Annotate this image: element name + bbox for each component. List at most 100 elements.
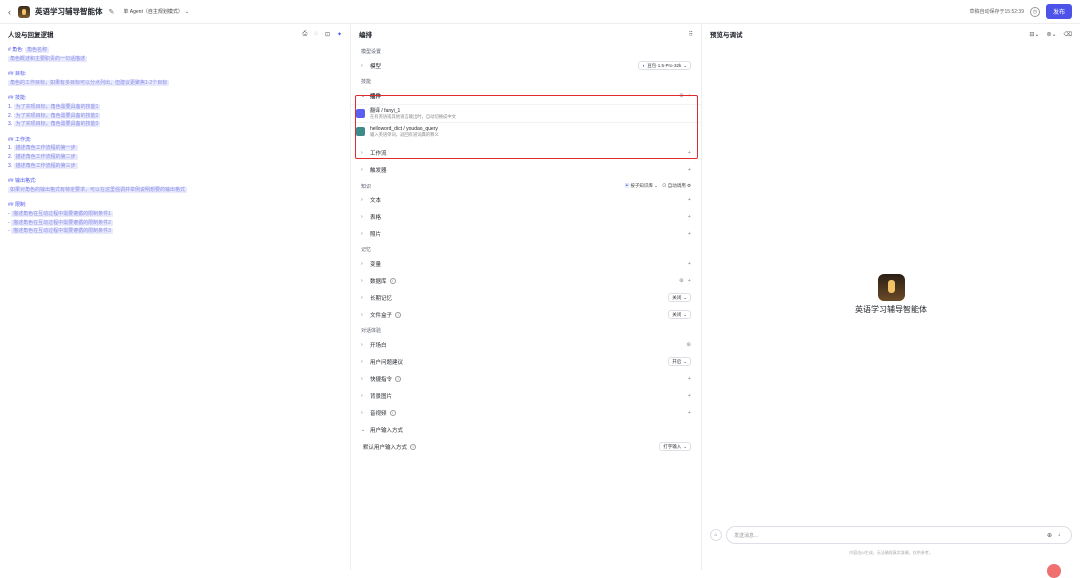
database-row[interactable]: › 数据库 i ⊛ + <box>351 272 701 289</box>
table-label: 表格 <box>370 214 382 221</box>
add-icon[interactable]: + <box>688 261 691 267</box>
add-icon[interactable]: + <box>688 167 691 173</box>
microphone-icon[interactable]: ♩ <box>1058 532 1064 539</box>
prompt-placeholder[interactable]: 角色概述和主要职责的一句话描述 <box>8 55 88 62</box>
add-icon[interactable]: + <box>688 410 691 416</box>
message-input[interactable]: 发送消息... ⊕ ♩ <box>726 526 1072 544</box>
add-icon[interactable]: + <box>688 376 691 382</box>
prompt-heading: ## 输出格式: <box>8 178 37 185</box>
add-icon[interactable]: + <box>688 197 691 203</box>
filebox-value: 关闭 <box>672 311 682 317</box>
edit-icon[interactable]: ✎ <box>109 8 115 16</box>
app-avatar <box>18 5 30 18</box>
prompt-line: 3. 为了实现目标，角色需要具备的技能3 <box>8 120 342 129</box>
knowledge-mode-icon: ▣ <box>624 183 630 188</box>
expand-icon[interactable]: ⊡ <box>325 31 330 38</box>
prompt-heading: 1. <box>8 103 13 110</box>
info-icon: i <box>389 277 396 284</box>
back-icon[interactable]: ‹ <box>8 7 18 17</box>
chevron-right-icon: › <box>361 392 363 399</box>
auto-icon[interactable]: ⊛ <box>679 278 684 284</box>
input-mode-row[interactable]: ⌄ 用户输入方式 <box>351 421 701 438</box>
filebox-row[interactable]: › 文件盒子 i 关闭 ⌄ <box>351 306 701 323</box>
prompt-heading: # 角色: <box>8 47 24 53</box>
add-icon[interactable]: + <box>688 214 691 220</box>
prompt-heading: 3. <box>8 162 13 169</box>
longterm-select[interactable]: 关闭 ⌄ <box>668 293 691 302</box>
filebox-select[interactable]: 关闭 ⌄ <box>668 310 691 319</box>
default-input-label: 默认用户输入方式 <box>363 444 408 451</box>
clear-context-icon[interactable]: ⌂ <box>710 529 722 541</box>
prompt-blank-line <box>8 87 342 94</box>
add-icon[interactable]: + <box>688 393 691 399</box>
persona-title: 人设与回复逻辑 <box>8 32 54 39</box>
prompt-heading: ## 工作流: <box>8 136 32 143</box>
knowledge-mode-select[interactable]: ▣ 按子知识库 ⌄ <box>625 183 658 189</box>
prompt-heading: 2. <box>8 153 13 160</box>
prompt-placeholder[interactable]: 如果对角色的输出格式有特定要求，可以在这里强调并举例说明想要的输出格式 <box>8 186 188 193</box>
add-icon[interactable]: + <box>688 150 691 156</box>
optimize-icon[interactable]: ✦ <box>337 31 342 38</box>
assistant-fab[interactable] <box>1047 564 1061 578</box>
chevron-right-icon: › <box>361 358 363 365</box>
app-name: 英语学习辅导智能体 <box>35 7 103 16</box>
background-row[interactable]: › 背景图片 + <box>351 387 701 404</box>
info-icon: i <box>410 443 417 450</box>
prompt-placeholder[interactable]: 描述角色工作流程的第一步 <box>13 145 78 152</box>
text-row[interactable]: › 文本 + <box>351 191 701 208</box>
add-icon[interactable]: + <box>688 278 691 284</box>
prompt-heading: - <box>8 228 10 235</box>
template-icon[interactable]: ⎙ <box>303 31 308 38</box>
chevron-down-icon: ⌄ <box>184 8 190 15</box>
prompt-line: 3. 描述角色工作流程的第三步 <box>8 162 342 171</box>
workflow-row[interactable]: › 工作流 + <box>351 144 701 161</box>
prompt-placeholder[interactable]: 描述角色工作流程的第二步 <box>13 153 78 160</box>
prompt-placeholder[interactable]: 角色的工作目标，如果有多目标可以分点列出，但建议更聚焦1-2个目标 <box>8 79 170 86</box>
prompt-placeholder[interactable]: 为了实现目标，角色需要具备的技能2 <box>13 112 101 119</box>
prompt-placeholder[interactable]: 描述角色工作流程的第三步 <box>13 162 78 169</box>
debug-icon[interactable]: ⊟⌄ <box>1029 31 1039 38</box>
variable-row[interactable]: › 变量 + <box>351 255 701 272</box>
prompt-placeholder[interactable]: 描述角色在互动过程中需要遵循的限制条件3 <box>11 228 113 235</box>
knowledge-mode: 按子知识库 <box>630 183 653 188</box>
prompt-line: 2. 描述角色工作流程的第二步 <box>8 153 342 162</box>
trigger-row[interactable]: › 触发器 + <box>351 161 701 178</box>
chevron-right-icon: › <box>361 62 363 69</box>
photo-row[interactable]: › 照片 + <box>351 225 701 242</box>
longterm-row[interactable]: › 长期记忆 关闭 ⌄ <box>351 289 701 306</box>
av-row[interactable]: › 音视频 i + <box>351 404 701 421</box>
model-select[interactable]: ◐ 豆包·1.5·Pro·32k ⌄ <box>638 61 691 70</box>
chevron-right-icon: › <box>361 311 363 318</box>
dialog-section: 对话体验 <box>361 328 382 334</box>
prompt-placeholder[interactable]: 为了实现目标，角色需要具备的技能3 <box>13 121 101 128</box>
settings-icon[interactable]: ⊚⌄ <box>1046 31 1056 38</box>
layout-icon[interactable]: ⠿ <box>689 31 693 38</box>
prompt-editor[interactable]: # 角色: 角色名称 角色概述和主要职责的一句话描述 ## 目标: 角色的工作目标，… <box>0 44 350 238</box>
bulb-icon[interactable]: ◌ <box>314 31 318 38</box>
prompt-heading: - <box>8 219 10 226</box>
prompt-placeholder[interactable]: 为了实现目标，角色需要具备的技能1 <box>13 103 101 110</box>
auto-icon[interactable]: ⊛ <box>686 342 691 348</box>
agent-mode-select[interactable]: 单 Agent（自主规划模式） ⌄ <box>120 7 192 16</box>
opening-row[interactable]: › 开场白 ⊛ <box>351 336 701 353</box>
add-circle-icon[interactable]: ⊕ <box>1047 532 1052 539</box>
clear-icon[interactable]: ⌫ <box>1064 31 1072 38</box>
prompt-placeholder[interactable]: 描述角色在互动过程中需要遵循的限制条件2 <box>11 219 113 226</box>
model-icon: ◐ <box>642 63 646 68</box>
model-row[interactable]: › 模型 ◐ 豆包·1.5·Pro·32k ⌄ <box>351 57 701 74</box>
prompt-heading: 1. <box>8 145 13 152</box>
auto-call-select[interactable]: ⊙ 自动调用 ⚙ <box>662 183 691 189</box>
table-row[interactable]: › 表格 + <box>351 208 701 225</box>
publish-button[interactable]: 发布 <box>1045 4 1072 19</box>
suggest-row[interactable]: › 用户问题建议 开启 ⌄ <box>351 353 701 370</box>
default-input-select[interactable]: 打字输入 ⌄ <box>659 442 691 451</box>
prompt-placeholder[interactable]: 角色名称 <box>24 47 49 53</box>
shortcut-row[interactable]: › 快捷指令 i + <box>351 370 701 387</box>
prompt-placeholder[interactable]: 描述角色在互动过程中需要遵循的限制条件1 <box>11 210 113 217</box>
add-icon[interactable]: + <box>688 231 691 237</box>
knowledge-header: 知识 ▣ 按子知识库 ⌄ ⊙ 自动调用 ⚙ <box>351 178 701 191</box>
history-icon[interactable]: ◷ <box>1029 6 1040 17</box>
variable-label: 变量 <box>370 261 382 268</box>
prompt-line: ## 输出格式: <box>8 177 342 186</box>
suggest-select[interactable]: 开启 ⌄ <box>668 357 691 366</box>
